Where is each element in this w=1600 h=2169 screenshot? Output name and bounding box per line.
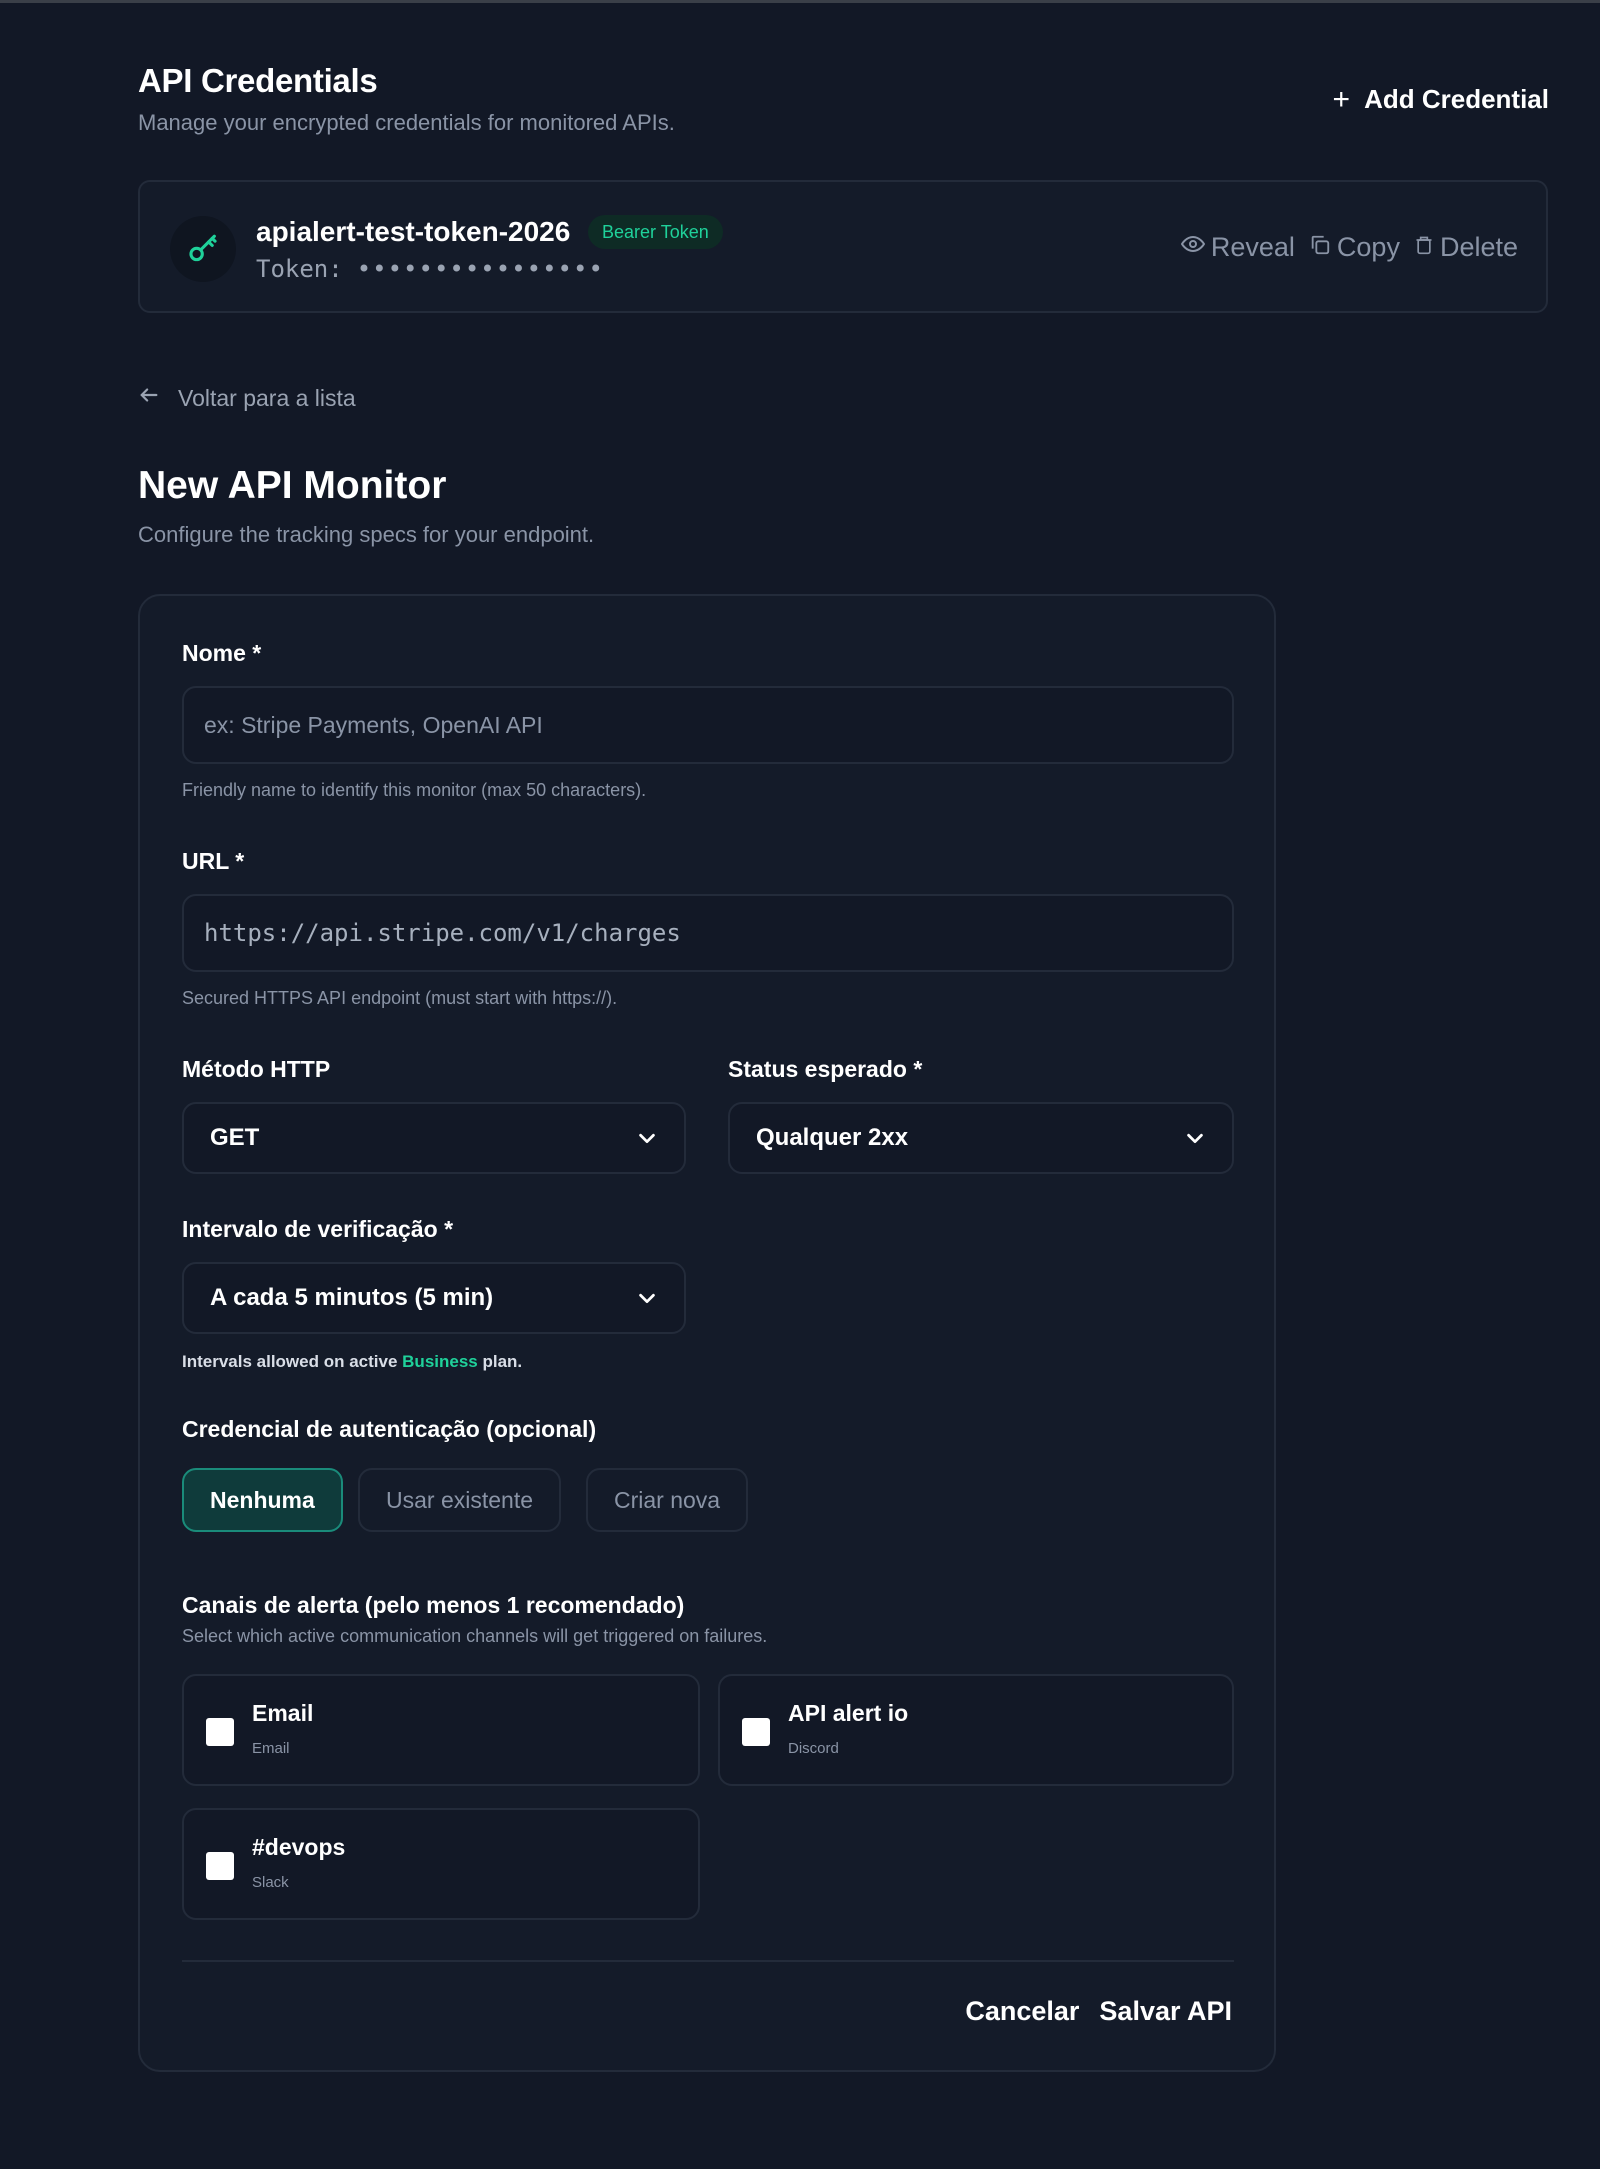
channel-checkbox[interactable] — [206, 1718, 234, 1746]
form-actions: Cancelar Salvar API — [965, 1996, 1232, 2027]
credentials-subtitle: Manage your encrypted credentials for mo… — [138, 110, 675, 135]
delete-label: Delete — [1439, 232, 1518, 262]
plan-note-suffix: plan. — [482, 1352, 523, 1371]
page: API Credentials Manage your encrypted cr… — [0, 0, 1600, 2169]
url-label: URL * — [182, 848, 245, 874]
token-label: Token: — [256, 255, 343, 283]
auth-option-existing[interactable]: Usar existente — [358, 1468, 562, 1532]
status-value: Qualquer 2xx — [756, 1124, 909, 1151]
channel-item-slack[interactable]: #devops Slack — [182, 1808, 700, 1920]
url-placeholder: https://api.stripe.com/v1/charges — [204, 919, 681, 947]
plan-note-prefix: Intervals allowed on active — [182, 1352, 398, 1371]
token-mask: •••••••••••••••• — [356, 255, 604, 283]
back-to-list-link[interactable]: Voltar para a lista — [138, 384, 356, 412]
credentials-title: API Credentials — [138, 62, 378, 99]
eye-icon — [1180, 232, 1206, 263]
channel-type: Discord — [788, 1740, 839, 1757]
credential-card: apialert-test-token-2026 Bearer Token To… — [138, 180, 1548, 313]
interval-plan-note: Intervals allowed on active Business pla… — [182, 1352, 522, 1372]
channel-name: #devops — [252, 1834, 346, 1860]
channel-name: Email — [252, 1700, 314, 1726]
status-label: Status esperado * — [728, 1056, 923, 1082]
trash-icon — [1414, 232, 1434, 263]
credential-type-badge: Bearer Token — [588, 215, 723, 249]
arrow-left-icon — [138, 384, 160, 412]
credential-actions: Reveal Copy Delete — [1180, 232, 1518, 263]
name-label: Nome * — [182, 640, 262, 666]
url-input[interactable]: https://api.stripe.com/v1/charges — [182, 894, 1234, 972]
reveal-label: Reveal — [1210, 232, 1295, 262]
channel-checkbox[interactable] — [206, 1852, 234, 1880]
channel-checkbox[interactable] — [742, 1718, 770, 1746]
auth-option-create[interactable]: Criar nova — [586, 1468, 749, 1532]
page-title: New API Monitor — [138, 464, 447, 507]
plan-name: Business — [402, 1352, 478, 1371]
auth-option-none[interactable]: Nenhuma — [182, 1468, 343, 1532]
method-select[interactable]: GET — [182, 1102, 686, 1174]
credential-name: apialert-test-token-2026 — [256, 216, 571, 247]
key-icon — [170, 216, 236, 282]
interval-value: A cada 5 minutos (5 min) — [210, 1284, 494, 1311]
channel-name: API alert io — [788, 1700, 909, 1726]
channel-item-email[interactable]: Email Email — [182, 1674, 700, 1786]
status-select[interactable]: Qualquer 2xx — [728, 1102, 1234, 1174]
name-input[interactable]: ex: Stripe Payments, OpenAI API — [182, 686, 1234, 764]
save-button[interactable]: Salvar API — [1099, 1996, 1232, 2027]
monitor-form: Nome * ex: Stripe Payments, OpenAI API F… — [138, 594, 1276, 2072]
method-label: Método HTTP — [182, 1056, 331, 1082]
name-help: Friendly name to identify this monitor (… — [182, 780, 647, 800]
chevron-down-icon — [639, 1293, 655, 1304]
copy-label: Copy — [1336, 232, 1400, 262]
cancel-button[interactable]: Cancelar — [965, 1996, 1079, 2027]
page-subtitle: Configure the tracking specs for your en… — [138, 522, 595, 547]
channels-help: Select which active communication channe… — [182, 1626, 768, 1646]
interval-select[interactable]: A cada 5 minutos (5 min) — [182, 1262, 686, 1334]
reveal-button[interactable]: Reveal — [1180, 232, 1295, 263]
chevron-down-icon — [1187, 1133, 1203, 1144]
channel-type: Email — [252, 1740, 290, 1757]
back-label: Voltar para a lista — [178, 384, 356, 411]
channel-type: Slack — [252, 1874, 289, 1891]
name-placeholder: ex: Stripe Payments, OpenAI API — [204, 711, 543, 738]
interval-label: Intervalo de verificação * — [182, 1216, 454, 1242]
delete-button[interactable]: Delete — [1414, 232, 1518, 263]
add-credential-label: Add Credential — [1364, 84, 1549, 114]
credential-token: Token: •••••••••••••••• — [256, 255, 604, 283]
add-credential-button[interactable]: + Add Credential — [1333, 84, 1549, 115]
channels-label: Canais de alerta (pelo menos 1 recomenda… — [182, 1592, 685, 1618]
copy-icon — [1309, 232, 1331, 263]
form-divider — [182, 1960, 1234, 1962]
plus-icon: + — [1332, 82, 1351, 116]
auth-label: Credencial de autenticação (opcional) — [182, 1416, 597, 1442]
chevron-down-icon — [639, 1133, 655, 1144]
copy-button[interactable]: Copy — [1309, 232, 1400, 263]
channel-item-discord[interactable]: API alert io Discord — [718, 1674, 1234, 1786]
url-help: Secured HTTPS API endpoint (must start w… — [182, 988, 618, 1008]
method-value: GET — [210, 1124, 260, 1151]
